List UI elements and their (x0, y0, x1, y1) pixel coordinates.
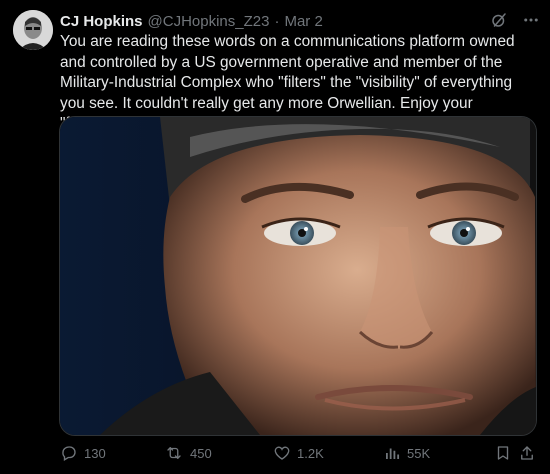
repost-icon (167, 447, 181, 459)
bookmark-icon (497, 446, 509, 460)
heart-icon (274, 446, 290, 460)
reply-count: 130 (84, 445, 106, 461)
views-button[interactable]: 55K (383, 444, 430, 462)
avatar-image (13, 10, 53, 50)
views-count: 55K (407, 445, 431, 461)
author-handle[interactable]: @CJHopkins_Z23 (148, 13, 270, 30)
share-icon (521, 446, 533, 460)
separator-dot: · (274, 12, 280, 30)
avatar[interactable] (13, 10, 53, 50)
tweet-date[interactable]: Mar 2 (284, 13, 322, 30)
tweet-header: CJ Hopkins @CJHopkins_Z23 · Mar 2 (60, 11, 540, 31)
repost-count: 450 (190, 445, 212, 461)
bookmark-button[interactable] (494, 444, 512, 462)
more-icon[interactable] (522, 11, 540, 29)
share-button[interactable] (518, 444, 536, 462)
like-count: 1.2K (297, 445, 324, 461)
like-button[interactable]: 1.2K (273, 444, 324, 462)
portrait-image (60, 117, 536, 435)
reply-icon (62, 446, 76, 461)
author-name[interactable]: CJ Hopkins (60, 13, 143, 30)
grok-icon[interactable] (490, 11, 508, 29)
views-icon (386, 448, 400, 459)
reply-button[interactable]: 130 (60, 444, 106, 462)
tweet-image[interactable] (59, 116, 537, 436)
tweet-actions: 130 450 1.2K 55K (60, 442, 538, 464)
repost-button[interactable]: 450 (164, 444, 212, 462)
